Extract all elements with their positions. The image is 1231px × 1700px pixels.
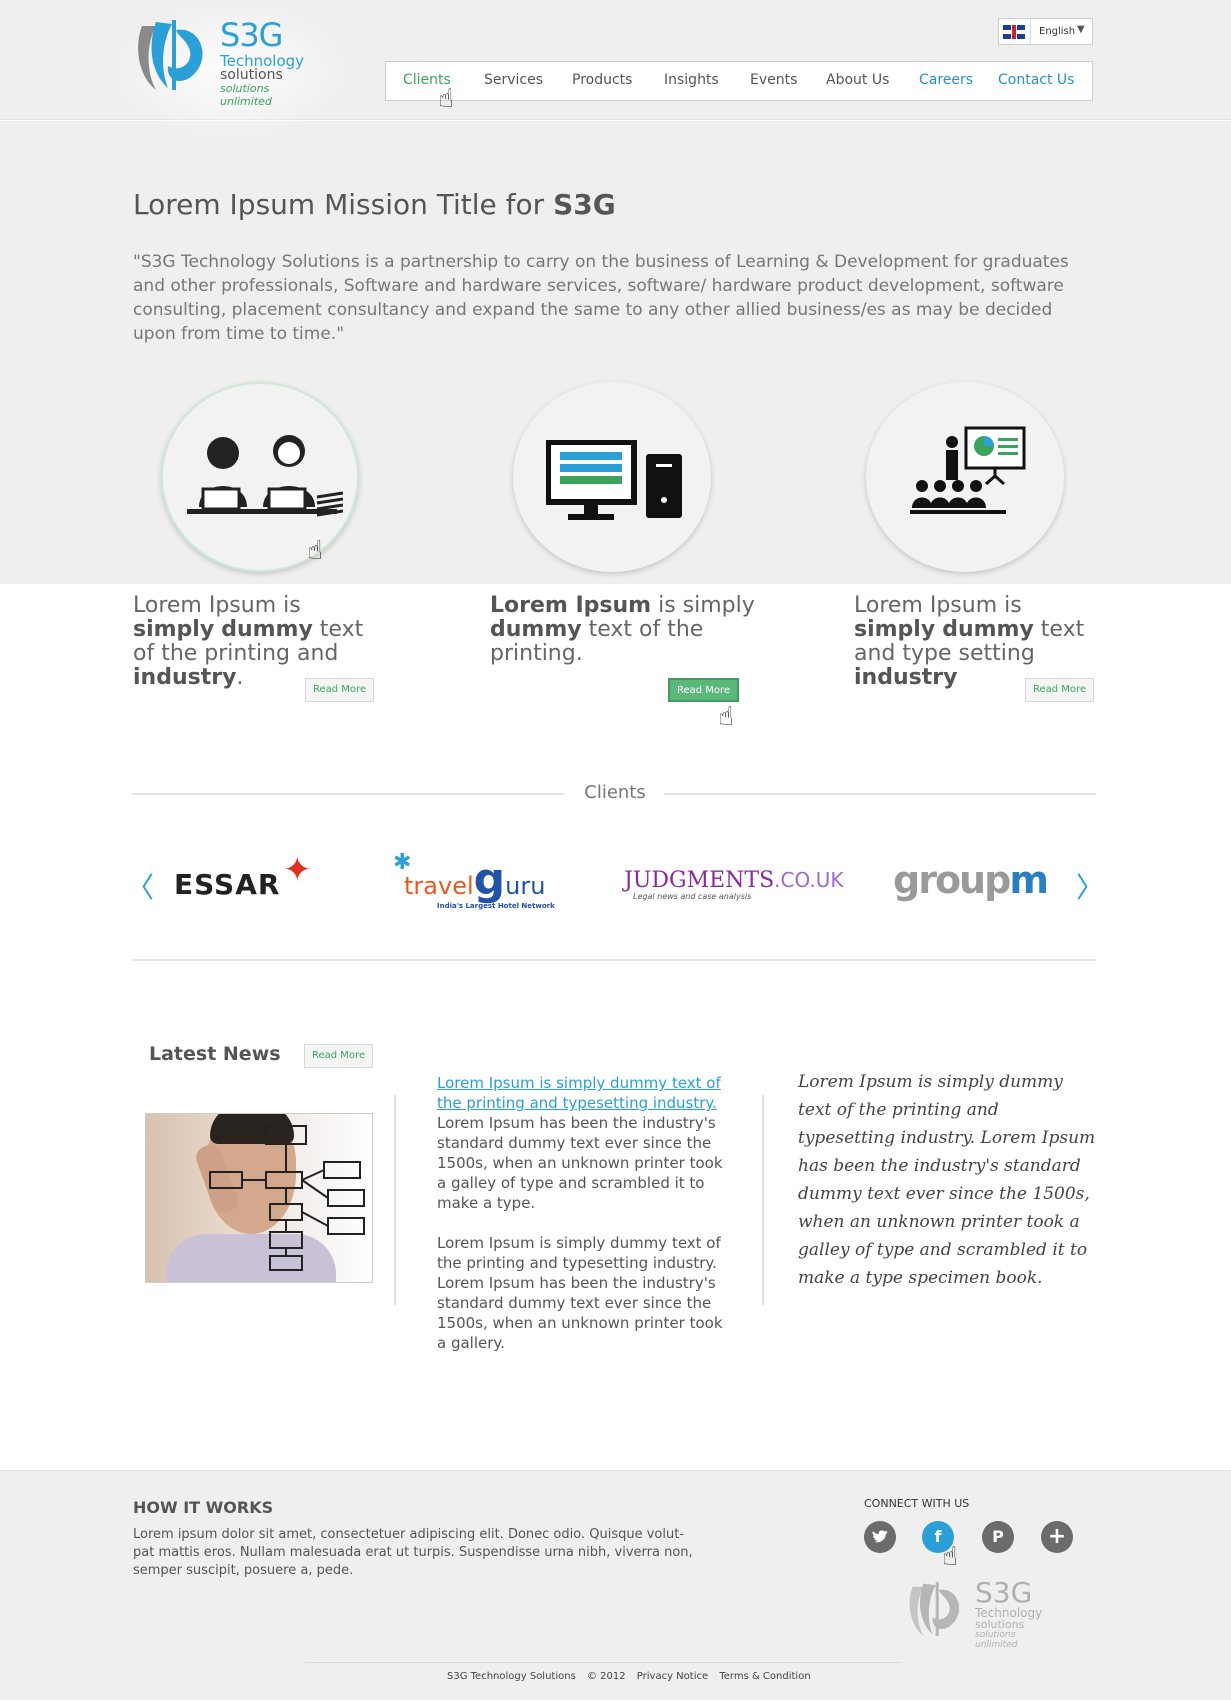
feature-3-bold: dummy (942, 617, 1034, 642)
feature-text-1: Lorem Ipsum is simply dummy text of the … (133, 594, 383, 690)
judgments-domain: .CO.UK (774, 868, 844, 892)
feature-1-bold: simply (133, 617, 215, 642)
client-logo-travelguru[interactable]: travelguru (404, 854, 545, 905)
presentation-icon (910, 426, 1026, 514)
read-more-button-1[interactable]: Read More (305, 678, 375, 702)
clients-divider-right (664, 793, 1096, 795)
feature-1-bold: dummy (221, 617, 313, 642)
mission-title: Lorem Ipsum Mission Title for S3G (133, 188, 616, 221)
people-laptop-icon (187, 435, 343, 517)
groupm-m: m (1009, 858, 1049, 902)
footer-divider (305, 1662, 902, 1663)
news-headline-link[interactable]: Lorem Ipsum is simply dummy text of the … (437, 1073, 727, 1113)
feature-1-bold: industry (133, 665, 237, 690)
feature-2-bold: Lorem Ipsum (490, 593, 652, 618)
feature-circle-1[interactable] (161, 382, 359, 572)
chevron-down-icon: ▼ (1077, 24, 1085, 35)
feature-1-part: Lorem Ipsum is (133, 593, 301, 618)
uk-flag-icon (1003, 25, 1025, 39)
footer-links: S3G Technology Solutions © 2012 Privacy … (447, 1671, 819, 1682)
client-logo-essar[interactable]: ESSAR (174, 868, 280, 901)
read-more-button-2[interactable]: Read More (668, 678, 740, 702)
flowchart-icon (209, 1125, 365, 1271)
plus-icon[interactable]: + (1041, 1521, 1073, 1553)
hand-cursor-icon: ☝ (438, 84, 454, 114)
feature-circle-2[interactable] (513, 382, 711, 572)
clients-divider-left (132, 793, 564, 795)
language-separator (1030, 19, 1031, 44)
hand-cursor-icon: ☝ (307, 536, 323, 566)
mission-title-bold: S3G (553, 188, 616, 221)
language-label: English (1039, 26, 1076, 37)
feature-text-3: Lorem Ipsum is simply dummy text and typ… (854, 594, 1104, 690)
judgments-tagline: Legal news and case analysis (633, 892, 752, 901)
s3g-swirl-icon (909, 1582, 960, 1636)
carousel-prev-icon[interactable]: 〈 (126, 866, 154, 906)
judgments-main: JUDGMENTS (624, 868, 775, 893)
client-logo-judgments[interactable]: JUDGMENTS.CO.UK (624, 868, 844, 893)
nav-contact-us[interactable]: Contact Us (998, 72, 1074, 88)
travelguru-uru: uru (505, 872, 546, 900)
feature-2-bold: dummy (490, 617, 582, 642)
latest-news-title: Latest News (149, 1043, 281, 1065)
footer-terms-link[interactable]: Terms & Condition (719, 1671, 810, 1682)
news-divider-2 (762, 1095, 764, 1305)
nav-events[interactable]: Events (750, 72, 797, 88)
feature-3-bold: simply (854, 617, 936, 642)
groupm-group: group (893, 858, 1011, 902)
travelguru-travel: travel (404, 872, 474, 900)
logo-name: S3G (220, 16, 283, 54)
clients-bottom-divider (132, 959, 1096, 961)
nav-careers[interactable]: Careers (919, 72, 973, 88)
read-more-button-3[interactable]: Read More (1025, 678, 1095, 702)
connect-title: CONNECT WITH US (864, 1497, 970, 1510)
clients-title: Clients (584, 782, 646, 803)
twitter-bird-icon (872, 1530, 888, 1543)
footer-company: S3G Technology Solutions (447, 1671, 576, 1682)
footer-logo-tagline: solutions unlimited (975, 1630, 1018, 1650)
news-image[interactable] (145, 1113, 373, 1283)
s3g-swirl-icon (138, 20, 203, 90)
feature-circle-3[interactable] (866, 382, 1064, 572)
language-select[interactable]: English ▼ (998, 18, 1093, 45)
main-nav: Clients Services Products Insights Event… (385, 61, 1093, 101)
logo[interactable]: S3G Technology solutions solutions unlim… (132, 14, 312, 108)
logo-line2: solutions (220, 67, 283, 83)
nav-services[interactable]: Services (484, 72, 543, 88)
logo-tagline: solutions unlimited (220, 82, 272, 108)
carousel-next-icon[interactable]: 〉 (1076, 866, 1104, 906)
computer-icon (546, 440, 682, 520)
news-body-1: Lorem Ipsum has been the industry's stan… (437, 1114, 723, 1212)
feature-1-part: . (236, 665, 244, 690)
news-read-more-button[interactable]: Read More (304, 1044, 374, 1068)
nav-products[interactable]: Products (572, 72, 632, 88)
footer-logo[interactable]: S3G Technology solutions solutions unlim… (905, 1576, 1045, 1650)
footer-logo-name: S3G (975, 1576, 1033, 1609)
how-it-works-title: HOW IT WORKS (133, 1498, 274, 1517)
hand-cursor-icon: ☝ (942, 1542, 958, 1572)
nav-about-us[interactable]: About Us (826, 72, 889, 88)
travelguru-g: g (473, 854, 506, 905)
twitter-icon[interactable] (864, 1521, 896, 1553)
hand-cursor-icon: ☝ (718, 702, 734, 732)
news-divider-1 (394, 1095, 396, 1305)
nav-insights[interactable]: Insights (664, 72, 719, 88)
how-it-works-text: Lorem ipsum dolor sit amet, consectetuer… (133, 1527, 693, 1578)
pinterest-icon[interactable]: P (982, 1521, 1014, 1553)
mission-text: "S3G Technology Solutions is a partnersh… (133, 252, 1069, 344)
travelguru-tagline: India's Largest Hotel Network (437, 902, 555, 910)
feature-3-part: Lorem Ipsum is (854, 593, 1022, 618)
feature-2-part: is simply (651, 593, 755, 618)
news-script-text: Lorem Ipsum is simply dummy text of the … (798, 1072, 1096, 1288)
footer-privacy-link[interactable]: Privacy Notice (637, 1671, 708, 1682)
feature-text-2: Lorem Ipsum is simply dummy text of the … (490, 594, 760, 666)
client-logo-groupm[interactable]: groupm (893, 858, 1049, 902)
news-body-2: Lorem Ipsum is simply dummy text of the … (437, 1234, 723, 1352)
essar-star-icon: ✦ (283, 850, 312, 890)
feature-3-bold: industry (854, 665, 958, 690)
mission-title-text: Lorem Ipsum Mission Title for (133, 188, 554, 221)
footer-copyright: © 2012 (586, 1671, 626, 1682)
